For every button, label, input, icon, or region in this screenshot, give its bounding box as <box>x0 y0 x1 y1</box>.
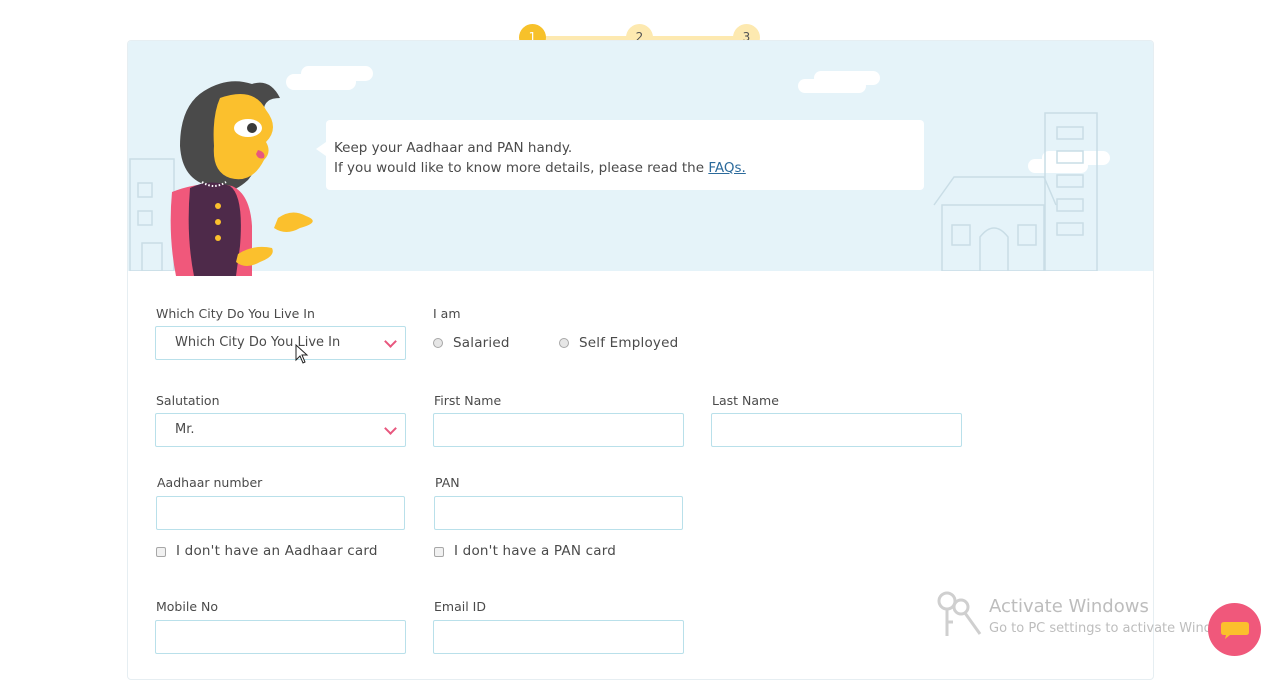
first-name-label: First Name <box>434 393 502 408</box>
activate-windows-title: Activate Windows <box>989 596 1149 617</box>
no-aadhaar-checkbox[interactable] <box>156 547 166 557</box>
chevron-down-icon <box>384 335 397 348</box>
last-name-input[interactable] <box>711 413 962 447</box>
salaried-radio-label[interactable]: Salaried <box>453 335 510 351</box>
city-label: Which City Do You Live In <box>156 306 315 321</box>
keys-icon <box>937 591 982 636</box>
assistant-woman-illustration <box>170 81 313 276</box>
salutation-select-value: Mr. <box>175 422 195 437</box>
no-pan-checkbox-label[interactable]: I don't have a PAN card <box>454 543 616 559</box>
salutation-label: Salutation <box>156 393 220 408</box>
cloud <box>814 71 880 85</box>
aadhaar-input[interactable] <box>156 496 405 530</box>
info-speech-bubble: Keep your Aadhaar and PAN handy. If you … <box>316 120 924 190</box>
first-name-input[interactable] <box>433 413 684 447</box>
city-select-value: Which City Do You Live In <box>175 335 341 350</box>
mouse-cursor-icon <box>295 344 309 364</box>
chat-bubble-icon <box>1221 622 1249 639</box>
mobile-label: Mobile No <box>156 599 218 614</box>
self-employed-radio-label[interactable]: Self Employed <box>579 335 678 351</box>
last-name-label: Last Name <box>712 393 779 408</box>
no-aadhaar-checkbox-label[interactable]: I don't have an Aadhaar card <box>176 543 378 559</box>
chevron-down-icon <box>384 422 397 435</box>
salaried-radio[interactable] <box>433 338 443 348</box>
email-label: Email ID <box>434 599 486 614</box>
pan-label: PAN <box>435 475 460 490</box>
info-line-1: Keep your Aadhaar and PAN handy. <box>334 140 573 156</box>
no-pan-checkbox[interactable] <box>434 547 444 557</box>
right-buildings-illustration <box>933 112 1098 271</box>
activate-windows-subtitle: Go to PC settings to activate Windows. <box>989 621 1242 636</box>
info-banner: Keep your Aadhaar and PAN handy. If you … <box>128 41 1153 276</box>
pan-input[interactable] <box>434 496 683 530</box>
mobile-input[interactable] <box>155 620 406 654</box>
email-input[interactable] <box>433 620 684 654</box>
application-card: Keep your Aadhaar and PAN handy. If you … <box>127 40 1154 680</box>
chat-button[interactable] <box>1208 603 1261 656</box>
salutation-select[interactable]: Mr. <box>155 413 406 447</box>
aadhaar-label: Aadhaar number <box>157 475 263 490</box>
city-select[interactable]: Which City Do You Live In <box>155 326 406 360</box>
info-line-2-text: If you would like to know more details, … <box>334 160 705 176</box>
faq-link[interactable]: FAQs. <box>708 160 745 176</box>
info-line-2: If you would like to know more details, … <box>334 158 924 178</box>
employment-label: I am <box>433 306 461 321</box>
self-employed-radio[interactable] <box>559 338 569 348</box>
